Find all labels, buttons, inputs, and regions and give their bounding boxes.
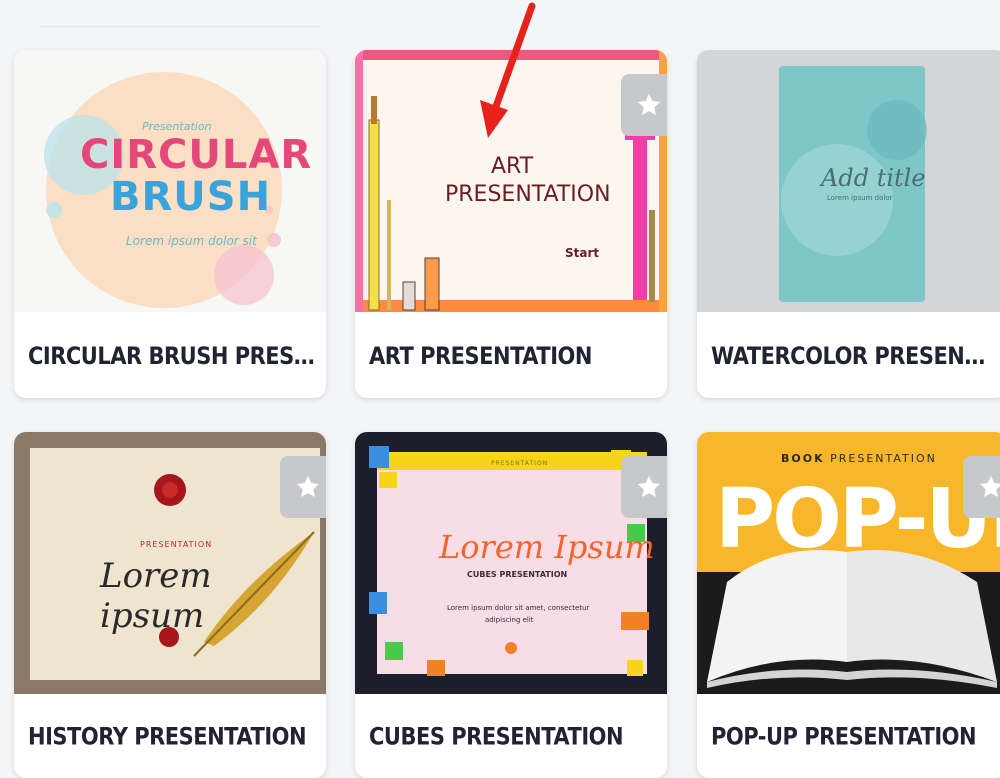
thumb-kicker: PRESENTATION (140, 540, 213, 549)
thumb-subtitle: Lorem ipsum dolor (827, 194, 893, 202)
favorite-button[interactable] (621, 456, 667, 518)
favorite-button[interactable] (621, 74, 667, 136)
thumb-heading: POP-UP (715, 472, 1000, 567)
favorite-button[interactable] (280, 456, 326, 518)
thumb-subtitle: Lorem ipsum dolor sit (126, 234, 257, 248)
thumb-kicker-bold: BOOK (781, 452, 825, 465)
template-title: POP-UP PRESENTATION (711, 722, 977, 750)
thumb-heading: Lorem Ipsum (439, 528, 655, 566)
thumb-heading-line1: CIRCULAR (80, 132, 313, 178)
template-thumbnail[interactable]: PRESENTATION Lorem ipsum (14, 432, 326, 694)
thumb-heading-line2: PRESENTATION (445, 182, 611, 207)
thumb-kicker: PRESENTATION (491, 460, 549, 467)
template-thumbnail[interactable]: PRESENTATION Lorem Ipsum CUBES PRESENTAT… (355, 432, 667, 694)
thumb-body-line2: adipiscing elit (485, 616, 534, 624)
star-icon (637, 93, 661, 116)
template-card-circular-brush[interactable]: Presentation CIRCULAR BRUSH Lorem ipsum … (14, 50, 326, 398)
star-icon (637, 475, 661, 498)
template-title: ART PRESENTATION (369, 342, 592, 370)
template-title: HISTORY PRESENTATION (28, 722, 307, 750)
thumb-heading-line2: BRUSH (110, 174, 272, 220)
template-thumbnail[interactable]: Add title Lorem ipsum dolor (697, 50, 1000, 312)
template-title: CIRCULAR BRUSH PRESENTATI... (28, 342, 316, 370)
thumb-body-line1: Lorem ipsum dolor sit amet, consectetur (447, 604, 590, 612)
thumb-kicker-rest: PRESENTATION (830, 452, 937, 465)
template-title: CUBES PRESENTATION (369, 722, 624, 750)
thumb-heading-line1: ART (491, 154, 534, 179)
divider (40, 26, 320, 27)
red-arrow (480, 2, 536, 138)
template-thumbnail[interactable]: BOOK PRESENTATION POP-UP (697, 432, 1000, 694)
thumb-start: Start (565, 246, 600, 260)
star-icon (296, 475, 320, 498)
template-card-popup[interactable]: BOOK PRESENTATION POP-UP POP-UP PRESENTA… (697, 432, 1000, 778)
thumb-heading: Lorem ipsum (100, 556, 212, 636)
template-card-watercolor[interactable]: Add title Lorem ipsum dolor WATERCOLOR P… (697, 50, 1000, 398)
favorite-button[interactable] (963, 456, 1000, 518)
thumb-subtitle: CUBES PRESENTATION (467, 570, 568, 579)
thumb-kicker: BOOK PRESENTATION (781, 452, 937, 465)
star-icon (979, 475, 1000, 498)
template-card-history[interactable]: PRESENTATION Lorem ipsum HISTORY PRESENT… (14, 432, 326, 778)
thumb-heading: Add title (821, 164, 926, 192)
template-thumbnail[interactable]: Presentation CIRCULAR BRUSH Lorem ipsum … (14, 50, 326, 312)
template-title: WATERCOLOR PRESENTATION II (711, 342, 997, 370)
template-card-cubes[interactable]: PRESENTATION Lorem Ipsum CUBES PRESENTAT… (355, 432, 667, 778)
